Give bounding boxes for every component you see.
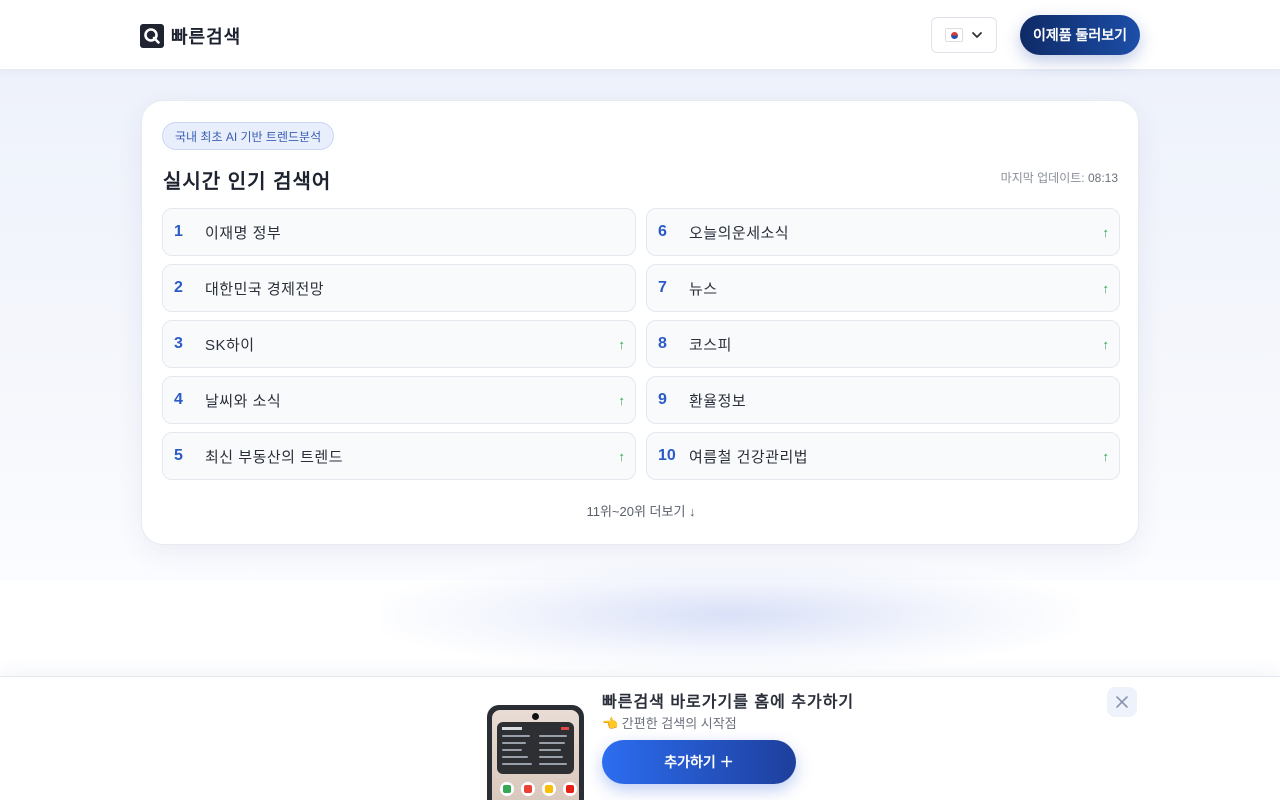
trend-up-icon: ↑ [618,393,626,408]
photos-icon [542,782,556,796]
ranking-item[interactable]: 9 환율정보 [646,376,1120,424]
ranking-item[interactable]: 5 최신 부동산의 트렌드 ↑ [162,432,636,480]
rank-number: 3 [174,335,183,352]
close-icon [1116,696,1128,708]
chevron-down-icon [972,32,982,38]
ranking-item[interactable]: 8 코스피 ↑ [646,320,1120,368]
browse-products-button[interactable]: 이제품 둘러보기 [1020,15,1140,55]
last-updated-time: 08:13 [1087,171,1118,185]
show-more-link[interactable]: 11위~20위 더보기 ↓ [142,501,1140,520]
banner-subtitle: 👈 간편한 검색의 시작점 [602,716,737,731]
rank-number: 7 [658,279,667,296]
rank-keyword: 오늘의운세소식 [689,224,790,242]
ranking-item[interactable]: 1 이재명 정부 [162,208,636,256]
trend-up-icon: ↑ [1102,225,1110,240]
rank-keyword: 환율정보 [689,392,747,410]
rank-keyword: SK하이 [205,336,255,354]
ranking-item[interactable]: 3 SK하이 ↑ [162,320,636,368]
gmail-icon [521,782,535,796]
trend-up-icon: ↑ [618,337,626,352]
youtube-icon [563,782,577,796]
rank-keyword: 날씨와 소식 [205,392,282,410]
rank-keyword: 최신 부동산의 트렌드 [205,448,344,466]
card-title: 실시간 인기 검색어 [163,171,332,193]
trend-up-icon: ↑ [1102,281,1110,296]
rank-number: 5 [174,447,183,464]
korea-flag-icon [945,28,963,42]
rank-number: 6 [658,223,667,240]
add-shortcut-button[interactable]: 추가하기 ＋ [602,740,796,784]
trend-up-icon: ↑ [618,449,626,464]
rank-number: 9 [658,391,667,408]
ranking-item[interactable]: 10 여름철 건강관리법 ↑ [646,432,1120,480]
rank-keyword: 이재명 정부 [205,224,282,242]
search-logo-icon [140,24,164,48]
rank-number: 10 [658,447,676,464]
ranking-item[interactable]: 6 오늘의운세소식 ↑ [646,208,1120,256]
top-header: 빠른검색 이제품 둘러보기 [0,0,1280,70]
ai-badge: 국내 최초 AI 기반 트렌드분석 [162,122,335,150]
play-store-icon [500,782,514,796]
logo[interactable]: 빠른검색 [140,23,241,49]
rank-keyword: 코스피 [689,336,732,354]
language-selector[interactable] [931,17,997,53]
last-updated-label: 마지막 업데이트: [1000,171,1085,185]
rank-number: 4 [174,391,183,408]
rank-number: 8 [658,335,667,352]
trend-up-icon: ↑ [1102,449,1110,464]
rank-keyword: 대한민국 경제전망 [205,280,325,298]
banner-title: 빠른검색 바로가기를 홈에 추가하기 [602,694,855,711]
ranking-list: 1 이재명 정부 2 대한민국 경제전망 3 SK하이 ↑ 4 날씨와 소식 ↑… [162,208,1120,480]
ranking-item[interactable]: 7 뉴스 ↑ [646,264,1120,312]
rank-keyword: 여름철 건강관리법 [689,448,809,466]
logo-text: 빠른검색 [171,27,242,47]
rank-number: 1 [174,223,183,240]
last-updated: 마지막 업데이트: 08:13 [1001,169,1118,186]
trending-card: 국내 최초 AI 기반 트렌드분석 실시간 인기 검색어 마지막 업데이트: 0… [141,100,1139,545]
decorative-glow [380,560,1080,670]
close-banner-button[interactable] [1107,687,1137,717]
rank-keyword: 뉴스 [689,280,718,298]
phone-illustration [487,705,584,800]
ranking-item[interactable]: 2 대한민국 경제전망 [162,264,636,312]
trend-up-icon: ↑ [1102,337,1110,352]
ranking-item[interactable]: 4 날씨와 소식 ↑ [162,376,636,424]
rank-number: 2 [174,279,183,296]
